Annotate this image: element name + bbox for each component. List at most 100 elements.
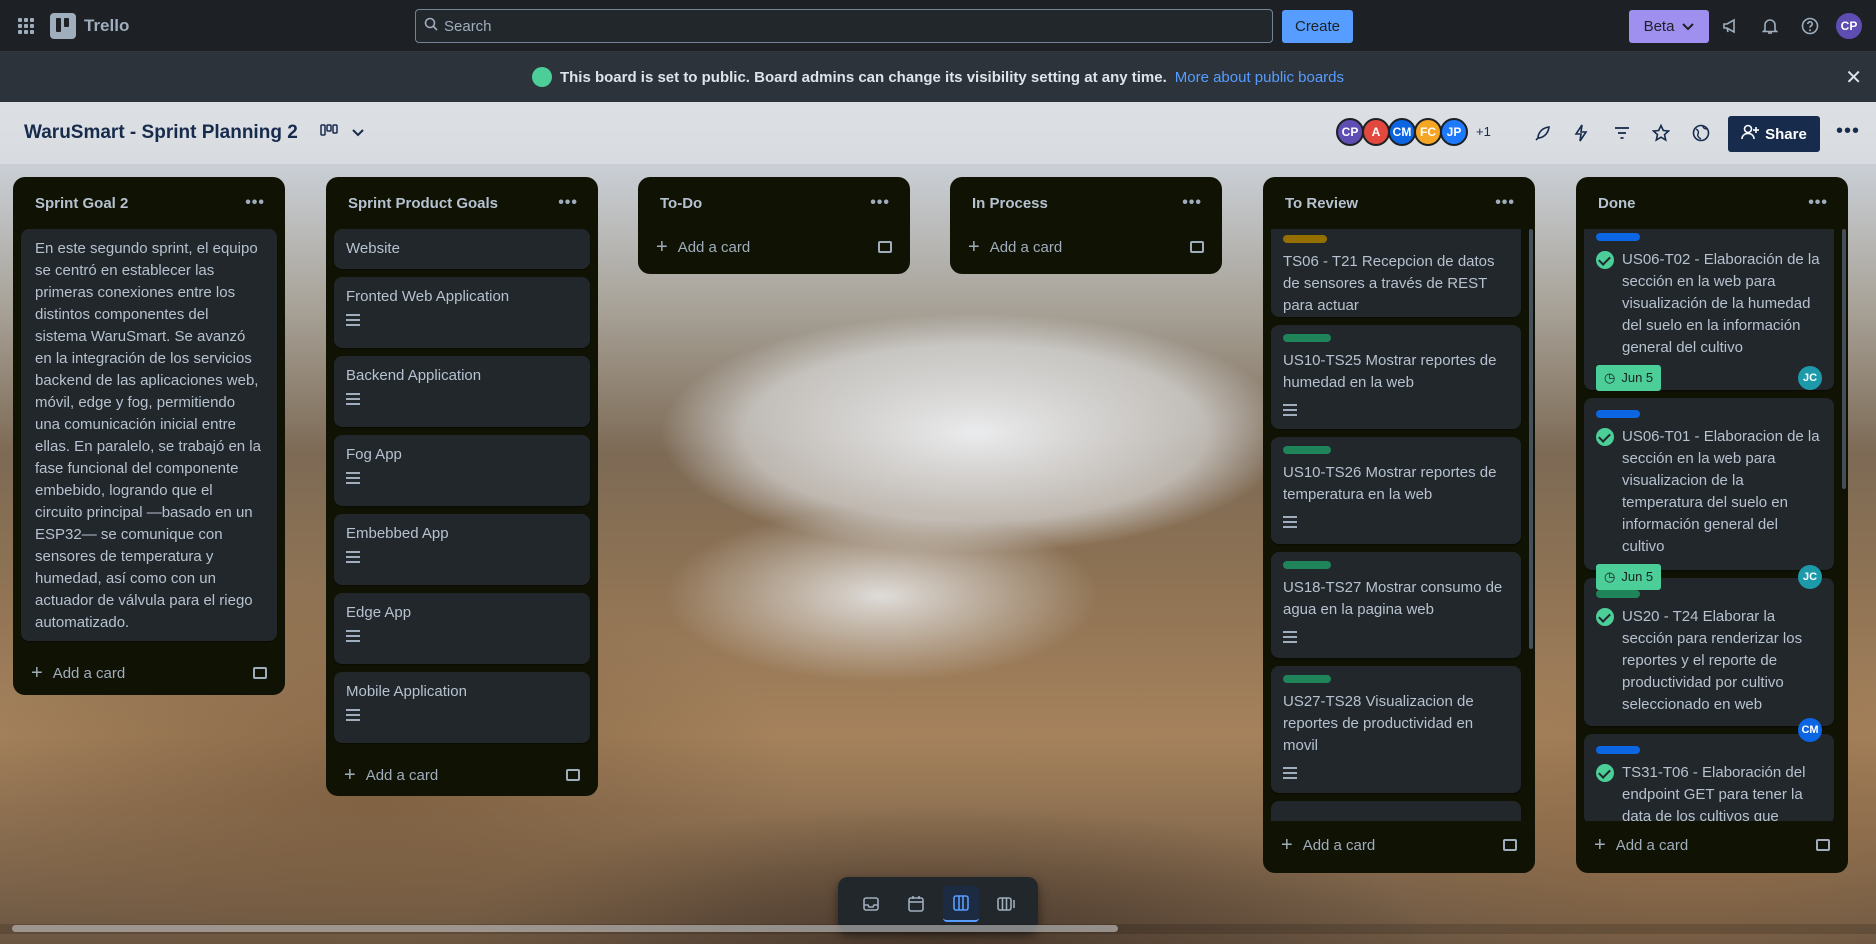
card[interactable]: Mobile Application [334, 672, 590, 743]
notifications-bell-icon[interactable] [1754, 10, 1786, 42]
due-date-badge[interactable]: ◷ Jun 5 [1596, 365, 1662, 391]
complete-check-icon[interactable] [1596, 251, 1614, 269]
list-header[interactable]: In Process ••• [958, 177, 1214, 229]
board-horizontal-scrollbar[interactable] [12, 925, 1118, 932]
list-menu-icon[interactable]: ••• [245, 194, 265, 212]
list-sprint-product-goals: Sprint Product Goals ••• Website Fronted… [326, 177, 598, 796]
member-avatar[interactable]: CM [1388, 118, 1416, 146]
card[interactable]: US06-T01 - Elaboracion de la sección en … [1584, 398, 1834, 590]
card[interactable]: Website [334, 229, 590, 269]
app-switcher-icon[interactable] [10, 10, 42, 42]
card[interactable]: En este segundo sprint, el equipo se cen… [21, 229, 277, 641]
search-icon [424, 17, 438, 35]
list-scrollbar[interactable] [1842, 229, 1846, 489]
star-icon[interactable] [1651, 123, 1671, 147]
member-avatar[interactable]: JP [1440, 118, 1468, 146]
list-menu-icon[interactable]: ••• [558, 194, 578, 212]
list-cards-scroll[interactable]: TS06 - T21 Recepcion de datos de sensore… [1271, 229, 1527, 821]
add-card-row: + Add a card [1271, 821, 1527, 869]
card-member-avatar[interactable]: CM [1798, 718, 1822, 742]
complete-check-icon[interactable] [1596, 428, 1614, 446]
banner-text: This board is set to public. Board admin… [559, 68, 1167, 86]
card[interactable]: Embebbed App [334, 514, 590, 585]
card[interactable]: TS31-T06 - Elaboración del endpoint GET … [1584, 734, 1834, 821]
user-avatar[interactable]: CP [1834, 11, 1864, 41]
card-member-avatar[interactable]: JC [1798, 366, 1822, 390]
list-menu-icon[interactable]: ••• [1495, 194, 1515, 212]
member-avatar[interactable]: CP [1336, 118, 1364, 146]
list-scrollbar[interactable] [1529, 229, 1533, 649]
card[interactable] [1271, 801, 1521, 821]
add-card-button[interactable]: + Add a card [968, 236, 1062, 259]
board-view-icon[interactable] [320, 123, 338, 143]
add-card-button[interactable]: + Add a card [1281, 834, 1375, 857]
list-menu-icon[interactable]: ••• [870, 194, 890, 212]
list-header[interactable]: To Review ••• [1271, 177, 1527, 229]
list-menu-icon[interactable]: ••• [1182, 194, 1202, 212]
card[interactable]: Fronted Web Application [334, 277, 590, 348]
complete-check-icon[interactable] [1596, 764, 1614, 782]
help-icon[interactable] [1794, 10, 1826, 42]
add-card-button[interactable]: + Add a card [1594, 834, 1688, 857]
card-template-icon[interactable] [566, 769, 580, 781]
card[interactable]: US06-T02 - Elaboración de la sección en … [1584, 229, 1834, 391]
add-card-button[interactable]: + Add a card [656, 236, 750, 259]
public-boards-link[interactable]: More about public boards [1175, 69, 1344, 86]
list-title[interactable]: Sprint Product Goals [348, 195, 498, 212]
member-avatar[interactable]: A [1362, 118, 1390, 146]
add-card-row: + Add a card [334, 751, 590, 799]
card[interactable]: Edge App [334, 593, 590, 664]
create-button[interactable]: Create [1282, 10, 1353, 43]
list-header[interactable]: Sprint Goal 2 ••• [21, 177, 277, 229]
beta-button[interactable]: Beta [1629, 10, 1709, 43]
automation-lightning-icon[interactable] [1574, 124, 1588, 147]
visibility-globe-icon[interactable] [1692, 124, 1710, 147]
list-cards-scroll[interactable]: US06-T02 - Elaboración de la sección en … [1584, 229, 1840, 821]
trello-logo[interactable]: Trello [50, 12, 129, 39]
board-view-icon[interactable] [942, 886, 979, 922]
calendar-icon[interactable] [898, 886, 934, 922]
close-icon[interactable]: ✕ [1845, 65, 1862, 90]
card-template-icon[interactable] [253, 667, 267, 679]
list-title[interactable]: Sprint Goal 2 [35, 195, 128, 212]
card[interactable]: US27-TS28 Visualizacion de reportes de p… [1271, 666, 1521, 793]
list-header[interactable]: Done ••• [1584, 177, 1840, 229]
card[interactable]: US20 - T24 Elaborar la sección para rend… [1584, 578, 1834, 742]
board-menu-icon[interactable]: ••• [1836, 120, 1860, 143]
share-button[interactable]: Share [1728, 116, 1820, 152]
board-title[interactable]: WaruSmart - Sprint Planning 2 [24, 122, 298, 144]
list-title[interactable]: To-Do [660, 195, 702, 212]
card[interactable]: Fog App [334, 435, 590, 506]
complete-check-icon[interactable] [1596, 608, 1614, 626]
add-card-button[interactable]: + Add a card [31, 662, 125, 685]
inbox-icon[interactable] [853, 886, 889, 922]
more-members-count[interactable]: +1 [1476, 118, 1491, 146]
card-member-avatar[interactable]: JC [1798, 565, 1822, 589]
card[interactable]: Backend Application [334, 356, 590, 427]
list-title[interactable]: To Review [1285, 195, 1358, 212]
card[interactable]: TS06 - T21 Recepcion de datos de sensore… [1271, 229, 1521, 317]
chevron-down-icon[interactable] [352, 124, 364, 142]
list-title[interactable]: In Process [972, 195, 1048, 212]
card[interactable]: US18-TS27 Mostrar consumo de agua en la … [1271, 552, 1521, 658]
card[interactable]: US10-TS25 Mostrar reportes de humedad en… [1271, 325, 1521, 429]
card-template-icon[interactable] [1503, 839, 1517, 851]
list-title[interactable]: Done [1598, 195, 1636, 212]
megaphone-icon[interactable] [1715, 10, 1747, 42]
member-avatar[interactable]: FC [1414, 118, 1442, 146]
search-box[interactable] [415, 9, 1273, 43]
search-input[interactable] [444, 17, 1244, 35]
filter-icon[interactable] [1614, 126, 1630, 145]
card-template-icon[interactable] [1816, 839, 1830, 851]
list-menu-icon[interactable]: ••• [1808, 194, 1828, 212]
list-sprint-goal: Sprint Goal 2 ••• En este segundo sprint… [13, 177, 285, 695]
card[interactable]: US10-TS26 Mostrar reportes de temperatur… [1271, 437, 1521, 544]
add-card-button[interactable]: + Add a card [344, 764, 438, 787]
list-header[interactable]: To-Do ••• [646, 177, 902, 229]
due-date-badge[interactable]: ◷ Jun 5 [1596, 564, 1662, 590]
card-template-icon[interactable] [1190, 241, 1204, 253]
switch-boards-icon[interactable] [988, 886, 1024, 922]
list-header[interactable]: Sprint Product Goals ••• [334, 177, 590, 229]
card-template-icon[interactable] [878, 241, 892, 253]
power-ups-rocket-icon[interactable] [1534, 124, 1552, 147]
